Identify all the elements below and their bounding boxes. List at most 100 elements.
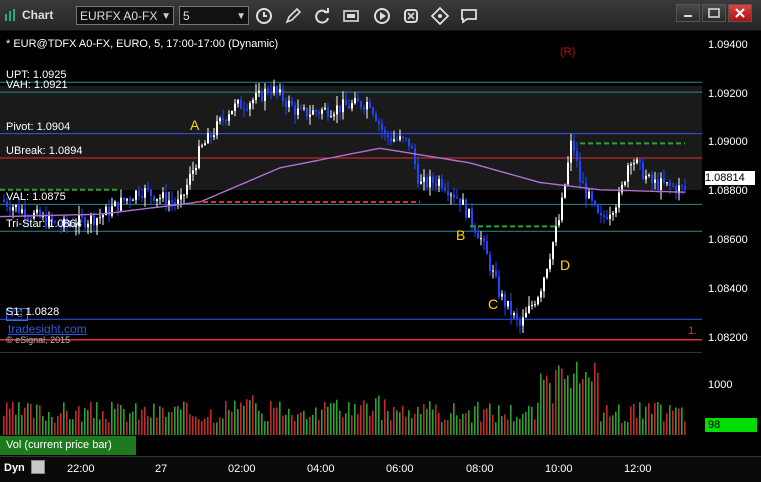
volume-bar	[633, 403, 635, 435]
candle-body	[117, 201, 119, 211]
volume-bar	[294, 420, 296, 435]
candle-body	[309, 114, 311, 117]
watermark-link[interactable]: tradesight.com	[8, 322, 87, 336]
candle-body	[261, 90, 263, 102]
candle-body	[573, 140, 575, 151]
volume-bar	[273, 407, 275, 435]
volume-axis: 1000	[703, 352, 761, 455]
volume-bar	[648, 403, 650, 435]
candle-body	[567, 162, 569, 185]
volume-bar	[231, 411, 233, 435]
volume-bar	[87, 410, 89, 435]
volume-bar	[336, 399, 338, 435]
chevron-down-icon[interactable]: ▼	[236, 7, 246, 26]
volume-bar	[498, 405, 500, 435]
volume-bar	[621, 422, 623, 435]
candle-body	[195, 168, 197, 171]
volume-bar	[177, 406, 179, 435]
candle-body	[249, 103, 251, 110]
volume-bar	[318, 419, 320, 435]
volume-bar	[513, 421, 515, 435]
candle-body	[285, 101, 287, 108]
chart-header: * EUR@TDFX A0-FX, EURO, 5, 17:00-17:00 (…	[6, 38, 279, 50]
price-chart-panel[interactable]	[0, 31, 702, 351]
candle-body	[600, 212, 602, 216]
volume-bar	[402, 405, 404, 435]
volume-bar	[180, 409, 182, 435]
candle-body	[510, 300, 512, 315]
volume-bar	[297, 414, 299, 435]
candle-body	[558, 220, 560, 227]
candle-body	[306, 107, 308, 117]
candle-body	[369, 101, 371, 108]
candle-body	[492, 270, 494, 272]
interval-select[interactable]: 5 ▼	[179, 6, 249, 25]
chat-icon[interactable]	[459, 6, 479, 26]
volume-bar	[114, 408, 116, 435]
candle-body	[393, 139, 395, 142]
play-icon[interactable]	[372, 6, 392, 26]
minimize-button[interactable]	[676, 4, 700, 22]
diamond-icon[interactable]	[430, 6, 450, 26]
volume-bar	[288, 408, 290, 435]
pencil-icon[interactable]	[283, 6, 303, 26]
volume-bar	[6, 402, 8, 435]
eraser-icon[interactable]	[401, 6, 421, 26]
price-chart-canvas[interactable]	[0, 31, 702, 351]
volume-bar	[420, 413, 422, 435]
candle-body	[144, 188, 146, 198]
price-axis[interactable]: 1.09400 1.09200 1.09000 1.08800 1.08600 1.084…	[703, 31, 761, 351]
dyn-label[interactable]: Dyn	[4, 462, 25, 474]
close-button[interactable]	[728, 4, 752, 22]
maximize-button[interactable]	[702, 4, 726, 22]
candle-body	[3, 199, 5, 202]
volume-bar	[594, 362, 596, 435]
candle-body	[336, 105, 338, 115]
candle-body	[342, 99, 344, 113]
level-label: VAH: 1.0921	[6, 79, 68, 92]
candle-body	[303, 107, 305, 109]
time-axis[interactable]: Dyn 22:00 27 02:00 04:00 06:00 08:00 10:00 12:0…	[0, 456, 761, 482]
candle-body	[420, 181, 422, 184]
symbol-input[interactable]: EURFX A0-FX ▼	[76, 6, 174, 25]
copyright-text: © eSignal, 2015	[6, 335, 71, 345]
volume-bar	[369, 415, 371, 435]
candle-body	[345, 99, 347, 106]
candle-body	[240, 100, 242, 109]
volume-bar	[669, 405, 671, 435]
candle-body	[234, 103, 236, 111]
volume-bar	[327, 406, 329, 435]
volume-bar	[246, 399, 248, 435]
grid-settings-icon[interactable]	[31, 460, 45, 474]
candle-body	[540, 291, 542, 298]
volume-bar	[174, 406, 176, 435]
volume-bar	[171, 412, 173, 435]
candle-body	[429, 176, 431, 188]
volume-bar	[348, 402, 350, 435]
volume-bar	[360, 405, 362, 435]
candle-body	[9, 206, 11, 211]
volume-bar	[558, 365, 560, 435]
report-icon[interactable]	[341, 6, 361, 26]
candle-body	[531, 305, 533, 307]
candle-body	[525, 312, 527, 318]
chevron-down-icon[interactable]: ▼	[161, 7, 171, 26]
candle-body	[168, 200, 170, 205]
volume-label[interactable]: Vol (current price bar)	[0, 436, 136, 455]
candle-body	[672, 185, 674, 187]
volume-bar	[453, 403, 455, 435]
clock-icon[interactable]	[254, 6, 274, 26]
right-edge-label: 1.	[688, 325, 698, 337]
candle-body	[375, 113, 377, 122]
volume-bar	[519, 418, 521, 435]
candle-body	[606, 217, 608, 219]
refresh-icon[interactable]	[312, 6, 332, 26]
volume-bar	[489, 403, 491, 435]
candle-body	[501, 293, 503, 297]
volume-bar	[249, 399, 251, 435]
volume-bar	[666, 413, 668, 435]
volume-bar	[225, 400, 227, 435]
volume-bar	[261, 413, 263, 435]
volume-bar	[639, 402, 641, 435]
candle-body	[264, 88, 266, 102]
